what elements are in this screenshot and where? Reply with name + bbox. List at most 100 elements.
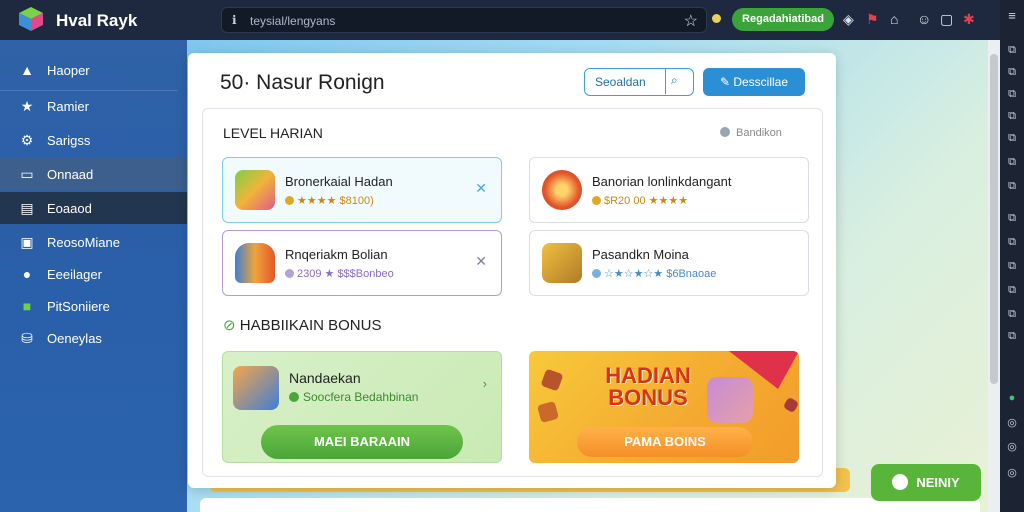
- close-icon[interactable]: ✕: [475, 180, 487, 197]
- tile-decoration: [782, 396, 799, 414]
- blocks-game-icon: [235, 170, 275, 210]
- sidebar-item-4[interactable]: ▤ Eoaaod: [0, 192, 187, 224]
- app-title: Hval Rayk: [56, 11, 138, 30]
- copy-icon[interactable]: ⧉: [1005, 132, 1019, 146]
- copy-icon[interactable]: ⧉: [1005, 44, 1019, 58]
- search-icon: ⌕: [671, 73, 678, 87]
- dashboard-icon: ▤: [20, 199, 34, 216]
- bonus-section-title: ⊘ HABBIIKAIN BONUS: [223, 316, 381, 334]
- lock-icon: ℹ: [232, 13, 237, 27]
- copy-icon[interactable]: ⧉: [1005, 88, 1019, 102]
- address-bar[interactable]: ℹ teysial/lengyans ☆: [221, 7, 707, 33]
- status-circle-icon[interactable]: ●: [1005, 392, 1019, 406]
- settings-small-icon[interactable]: ◎: [1005, 416, 1019, 430]
- copy-icon[interactable]: ⧉: [1005, 66, 1019, 80]
- get-bonus-button[interactable]: PAMA BOINS: [577, 427, 753, 457]
- floating-action-button[interactable]: NEINIY: [871, 464, 981, 501]
- sidebar-item-6[interactable]: ● Eeeilager: [0, 258, 187, 290]
- card-meta: ☆★☆★☆★ $6Bnaoae: [592, 267, 716, 280]
- monitor-icon: ▭: [20, 165, 34, 182]
- card-title: Bronerkaial Hadan: [285, 174, 393, 189]
- copy-icon[interactable]: ⧉: [1005, 308, 1019, 322]
- level-card[interactable]: Banorian lonlinkdangant $R20 00 ★★★★: [529, 157, 809, 223]
- claim-reward-button[interactable]: MAEI BARAAIN: [261, 425, 463, 459]
- treasure-box-icon: [233, 366, 279, 410]
- chest-game-icon: [235, 243, 275, 283]
- level-card[interactable]: Rnqeriakm Bolian 2309 ★ $$$Bonbeo ✕: [222, 230, 502, 296]
- game-icon: [892, 474, 909, 490]
- see-all-link[interactable]: Bandikon: [720, 127, 782, 139]
- background-card: [200, 498, 980, 512]
- info-dot-icon: [720, 127, 730, 137]
- check-circle-icon: ⊘: [223, 317, 240, 334]
- window-icon[interactable]: ▢: [940, 11, 953, 28]
- sidebar-item-8[interactable]: ⛁ Oeneylas: [0, 322, 187, 354]
- sidebar-item-label: Onnaad: [47, 166, 94, 182]
- copy-icon[interactable]: ⧉: [1005, 110, 1019, 124]
- bonus-banner[interactable]: HADIAN BONUS PAMA BOINS: [529, 351, 799, 463]
- close-icon[interactable]: ✕: [475, 253, 487, 270]
- primary-button-label: Desscillae: [733, 75, 789, 89]
- chevron-right-icon[interactable]: ›: [483, 376, 487, 391]
- coin-icon: [592, 196, 601, 205]
- copy-icon[interactable]: ⧉: [1005, 260, 1019, 274]
- puzzle-top-icon[interactable]: ✱: [963, 11, 975, 28]
- card-meta: ★★★★ $8100): [285, 194, 374, 207]
- coin-icon: [592, 269, 601, 278]
- top-bar: Hval Rayk ℹ teysial/lengyans ☆ Regadahia…: [0, 0, 1024, 40]
- bonus-card-title: Nandaekan: [289, 370, 361, 386]
- copy-icon[interactable]: ⧉: [1005, 284, 1019, 298]
- bonus-card[interactable]: Nandaekan Soocfera Bedahbinan › MAEI BAR…: [222, 351, 502, 463]
- right-toolbar: ≡ ⧉ ⧉ ⧉ ⧉ ⧉ ⧉ ⧉ ⧉ ⧉ ⧉ ⧉ ⧉ ⧉ ● ◎ ◎ ◎: [1000, 0, 1024, 512]
- floating-button-label: NEINIY: [916, 475, 960, 490]
- candy-game-icon: [542, 170, 582, 210]
- menu-icon[interactable]: ≡: [1005, 8, 1019, 23]
- cube-logo-icon: [19, 7, 43, 31]
- scrollbar[interactable]: [988, 40, 1000, 512]
- search-button[interactable]: Seoaldan ⌕: [584, 68, 694, 96]
- puzzle-icon: ■: [22, 298, 32, 314]
- card-meta-text: ★★★★ $8100): [297, 195, 374, 207]
- bookmark-star-icon[interactable]: ☆: [684, 11, 698, 31]
- copy-icon[interactable]: ⧉: [1005, 180, 1019, 194]
- scrollbar-thumb[interactable]: [990, 54, 998, 384]
- copy-icon[interactable]: ⧉: [1005, 156, 1019, 170]
- copy-icon[interactable]: ⧉: [1005, 236, 1019, 250]
- bonus-headline: HADIAN BONUS: [605, 363, 691, 410]
- bonus-section-title-text: HABBIIKAIN BONUS: [239, 317, 382, 334]
- copy-icon[interactable]: ⧉: [1005, 212, 1019, 226]
- bag-icon[interactable]: ⌂: [890, 11, 898, 27]
- sidebar-item-2[interactable]: ⚙ Sarigss: [0, 124, 187, 156]
- card-title: Banorian lonlinkdangant: [592, 174, 732, 189]
- status-dot-icon: [712, 14, 721, 23]
- level-card[interactable]: Bronerkaial Hadan ★★★★ $8100) ✕: [222, 157, 502, 223]
- copy-icon[interactable]: ⧉: [1005, 330, 1019, 344]
- sidebar-item-3[interactable]: ▭ Onnaad: [0, 158, 187, 190]
- card-meta-text: 2309 ★ $$$Bonbeo: [297, 268, 394, 280]
- gear-icon: ⚙: [20, 131, 34, 148]
- diamond-icon[interactable]: ◈: [843, 11, 854, 28]
- settings-small-icon[interactable]: ◎: [1005, 440, 1019, 454]
- wrench-icon: ✎: [719, 75, 734, 89]
- sidebar-item-0[interactable]: ▲ Haoper: [0, 54, 187, 86]
- flag-icon[interactable]: ⚑: [866, 11, 879, 28]
- card-meta-text: $R20 00 ★★★★: [604, 195, 689, 207]
- person-icon: ●: [22, 266, 32, 282]
- card-title: Rnqeriakm Bolian: [285, 247, 388, 262]
- sidebar-item-label: PitSoniiere: [47, 298, 110, 314]
- smiley-icon[interactable]: ☺: [917, 11, 931, 27]
- modal-title: 50· Nasur Ronign: [220, 71, 385, 94]
- sidebar-item-5[interactable]: ▣ ReosoMiane: [0, 226, 187, 258]
- status-pill-button[interactable]: Regadahiatibad: [732, 8, 834, 31]
- sidebar-item-1[interactable]: ★ Ramier: [0, 90, 187, 122]
- level-card[interactable]: Pasandkn Moina ☆★☆★☆★ $6Bnaoae: [529, 230, 809, 296]
- button-divider: [665, 69, 666, 94]
- settings-small-icon[interactable]: ◎: [1005, 466, 1019, 480]
- coin-icon: [285, 269, 294, 278]
- user-card-icon: ▣: [20, 233, 34, 250]
- sidebar-item-label: Eeeilager: [47, 266, 102, 282]
- bonus-card-meta-text: Soocfera Bedahbinan: [303, 390, 419, 404]
- see-all-label: Bandikon: [736, 127, 782, 139]
- primary-action-button[interactable]: ✎ Desscillae: [703, 68, 805, 96]
- sidebar-item-7[interactable]: ■ PitSoniiere: [0, 290, 187, 322]
